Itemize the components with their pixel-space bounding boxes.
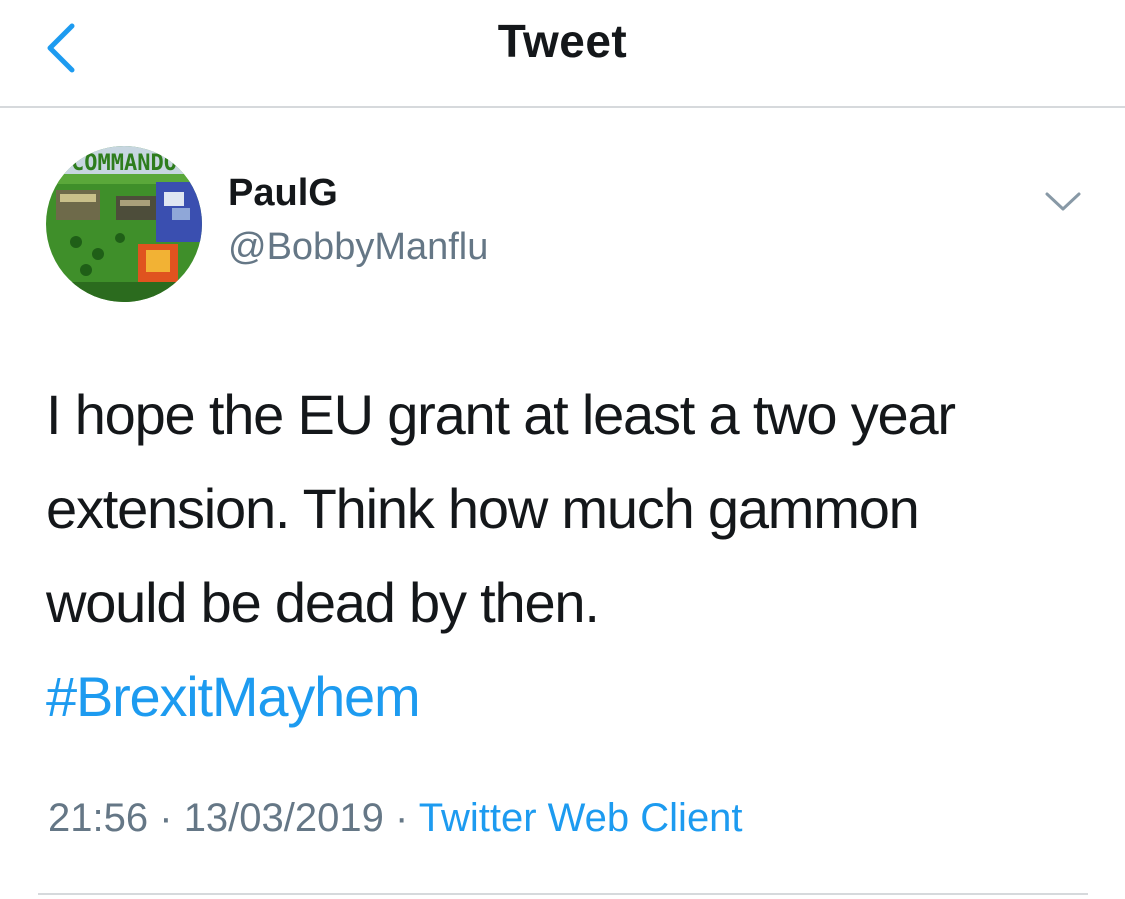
meta-separator: · [159, 796, 173, 840]
tweet-text-line: I hope the EU grant at least a two year [46, 383, 956, 446]
meta-separator: · [395, 796, 409, 840]
tweet-text-line: extension. Think how much gammon [46, 477, 920, 540]
source-link[interactable]: Twitter Web Client [419, 796, 743, 840]
avatar-logo-text: COMMANDO [71, 151, 177, 176]
author-handle[interactable]: @BobbyManflu [228, 226, 488, 269]
more-options-button[interactable] [1040, 182, 1086, 222]
author-name[interactable]: PaulG [228, 172, 338, 215]
tweet-time: 21:56 [48, 796, 149, 840]
tweet-meta: 21:56 · 13/03/2019 · Twitter Web Client [48, 796, 743, 841]
divider [38, 893, 1088, 895]
nav-header: Tweet [0, 0, 1125, 108]
tweet-text: I hope the EU grant at least a two year … [46, 368, 1096, 744]
avatar[interactable]: COMMANDO [46, 146, 202, 302]
avatar-image: COMMANDO [46, 146, 202, 302]
hashtag-link[interactable]: #BrexitMayhem [46, 650, 1096, 744]
tweet-text-line: would be dead by then. [46, 571, 600, 634]
tweet-date: 13/03/2019 [183, 796, 384, 840]
tweet-detail-screen: Tweet COMMANDO PaulG @BobbyManflu I hope… [0, 0, 1125, 899]
page-title: Tweet [497, 15, 628, 67]
chevron-down-icon [1045, 192, 1081, 211]
